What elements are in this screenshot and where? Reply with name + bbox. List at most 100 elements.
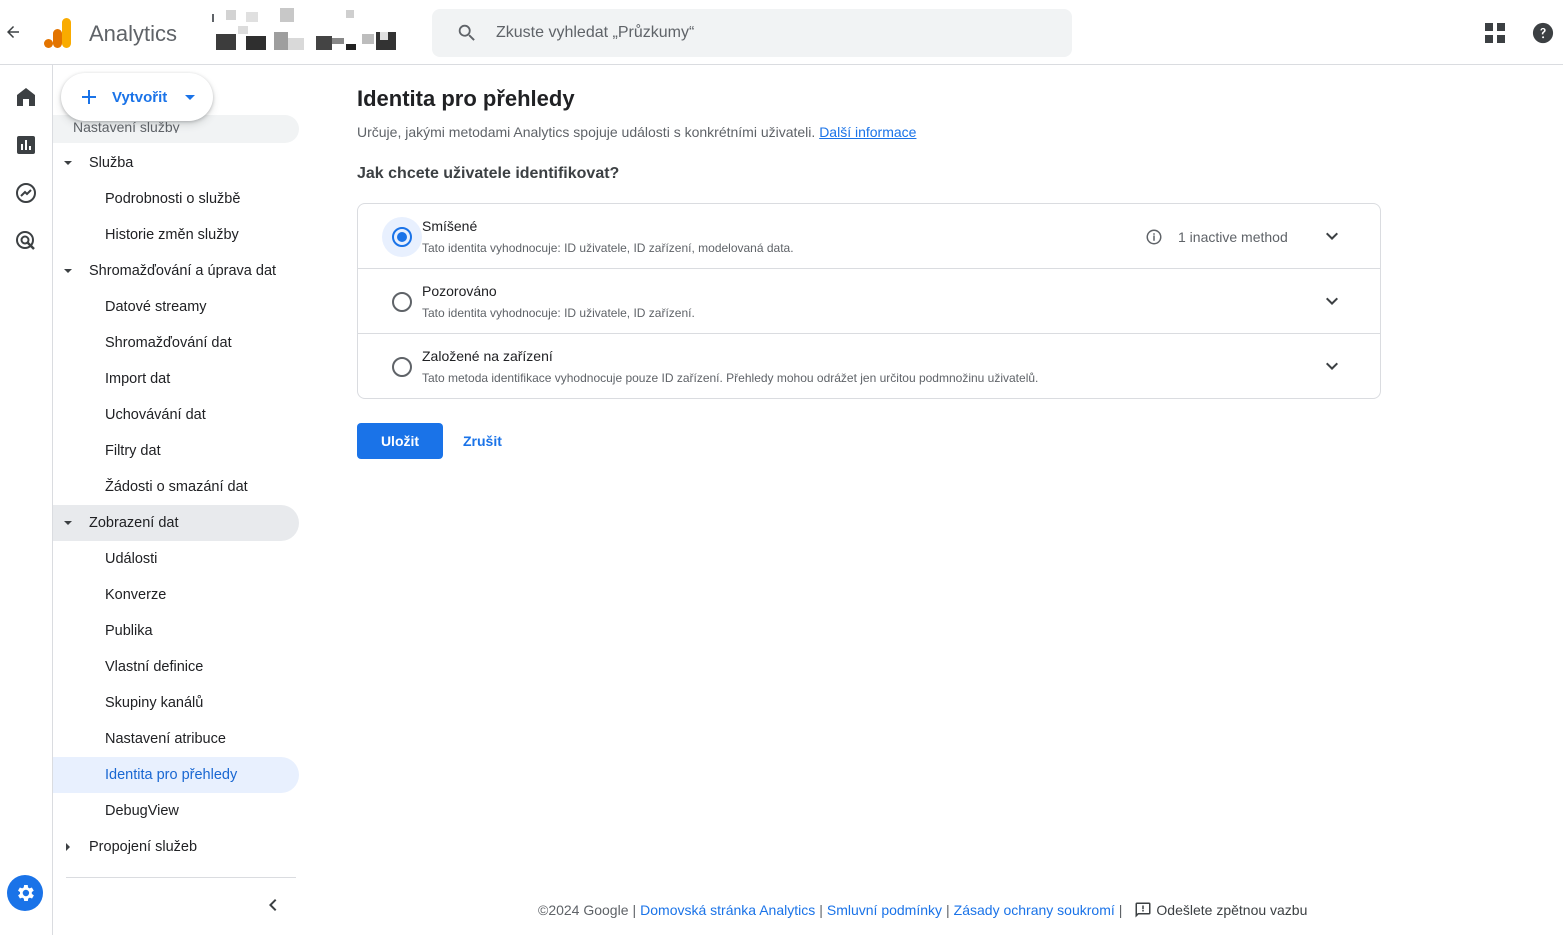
identity-option-blended[interactable]: Smíšené Tato identita vyhodnocuje: ID už… xyxy=(358,204,1380,269)
radio-device-based[interactable] xyxy=(382,347,422,387)
sidebar-item-label: Nastavení atribuce xyxy=(105,731,226,747)
admin-settings-button[interactable] xyxy=(7,875,43,911)
sidebar-item-label: Zobrazení dat xyxy=(89,515,179,531)
search-icon xyxy=(458,24,475,41)
page-description: Určuje, jakými metodami Analytics spojuj… xyxy=(357,124,916,140)
option-description: Tato identita vyhodnocuje: ID uživatele,… xyxy=(422,241,794,255)
sidebar-item-label: Konverze xyxy=(105,587,167,603)
option-description: Tato metoda identifikace vyhodnocuje pou… xyxy=(422,371,1039,385)
page-title: Identita pro přehledy xyxy=(357,86,575,111)
sidebar-item-label: Publika xyxy=(105,623,153,639)
expand-chevron-down-icon[interactable] xyxy=(1320,289,1344,313)
sidebar-item-label: Vlastní definice xyxy=(105,659,204,675)
sidebar-item-attribution-settings[interactable]: Nastavení atribuce xyxy=(53,721,299,757)
footer-separator: | xyxy=(946,902,950,918)
sidebar-item-reporting-identity[interactable]: Identita pro přehledy xyxy=(53,757,299,793)
page-description-text: Určuje, jakými metodami Analytics spojuj… xyxy=(357,124,816,140)
sidebar-item-property-details[interactable]: Podrobnosti o službě xyxy=(53,181,299,217)
sidebar-item-data-streams[interactable]: Datové streamy xyxy=(53,289,299,325)
footer-link-analytics-home[interactable]: Domovská stránka Analytics xyxy=(640,902,815,918)
sidebar-item-label: Propojení služeb xyxy=(89,839,198,855)
sidebar-item-property-settings[interactable]: Nastavení služby xyxy=(73,119,273,133)
home-icon[interactable] xyxy=(14,85,38,109)
footer-separator: | xyxy=(1118,902,1123,918)
sidebar-item-label: Skupiny kanálů xyxy=(105,695,204,711)
expand-chevron-down-icon[interactable] xyxy=(1320,224,1344,248)
footer-separator: | xyxy=(819,902,823,918)
learn-more-link[interactable]: Další informace xyxy=(819,124,916,140)
caret-down-icon xyxy=(64,521,72,525)
option-description: Tato identita vyhodnocuje: ID uživatele,… xyxy=(422,306,695,320)
identity-option-observed[interactable]: Pozorováno Tato identita vyhodnocuje: ID… xyxy=(358,269,1380,334)
sidebar-item-label: Historie změn služby xyxy=(105,227,239,243)
explore-icon[interactable] xyxy=(14,181,38,205)
footer-link-privacy[interactable]: Zásady ochrany soukromí xyxy=(954,902,1115,918)
identity-options-list: Smíšené Tato identita vyhodnocuje: ID už… xyxy=(357,203,1381,399)
apps-grid-icon[interactable] xyxy=(1484,22,1506,44)
option-title: Pozorováno xyxy=(422,283,497,299)
footer: ©2024 Google | Domovská stránka Analytic… xyxy=(538,901,1307,919)
inactive-method-status: 1 inactive method xyxy=(1178,229,1288,245)
advertising-icon[interactable] xyxy=(14,229,38,253)
feedback-icon[interactable] xyxy=(1134,901,1152,919)
caret-down-icon xyxy=(64,161,72,165)
radio-unchecked-icon xyxy=(392,292,412,312)
sidebar-group-product-links[interactable]: Propojení služeb xyxy=(53,829,299,865)
sidebar-group-data-display[interactable]: Zobrazení dat xyxy=(53,505,299,541)
sidebar-item-change-history[interactable]: Historie změn služby xyxy=(53,217,299,253)
sidebar-item-data-deletion-requests[interactable]: Žádosti o smazání dat xyxy=(53,469,299,505)
analytics-logo-icon[interactable] xyxy=(44,18,72,48)
gear-icon xyxy=(18,885,34,901)
sidebar-group-property[interactable]: Služba xyxy=(53,145,299,181)
caret-right-icon xyxy=(66,843,70,851)
sidebar-item-label: Služba xyxy=(89,155,134,171)
cancel-button[interactable]: Zrušit xyxy=(453,423,512,459)
help-icon[interactable] xyxy=(1532,22,1554,44)
radio-unchecked-icon xyxy=(392,357,412,377)
identity-question: Jak chcete uživatele identifikovat? xyxy=(357,165,620,182)
radio-checked-icon xyxy=(392,227,412,247)
identity-option-device-based[interactable]: Založené na zařízení Tato metoda identif… xyxy=(358,334,1380,398)
sidebar-item-label: Shromažďování a úprava dat xyxy=(89,263,277,279)
sidebar-item-data-collection[interactable]: Shromažďování dat xyxy=(53,325,299,361)
search-bar[interactable] xyxy=(432,9,1072,57)
back-arrow-icon[interactable] xyxy=(2,20,24,44)
sidebar-divider xyxy=(66,877,296,878)
sidebar-item-channel-groups[interactable]: Skupiny kanálů xyxy=(53,685,299,721)
footer-link-terms[interactable]: Smluvní podmínky xyxy=(827,902,942,918)
sidebar-item-label: Identita pro přehledy xyxy=(105,767,238,783)
radio-observed[interactable] xyxy=(382,282,422,322)
admin-sidebar: Nastavení služby Služba Podrobnosti o sl… xyxy=(53,115,313,935)
sidebar-item-label: Události xyxy=(105,551,158,567)
sidebar-item-label: Žádosti o smazání dat xyxy=(105,479,248,495)
footer-copyright: ©2024 Google xyxy=(538,902,629,918)
sidebar-group-data-collection[interactable]: Shromažďování a úprava dat xyxy=(53,253,299,289)
sidebar-item-label: DebugView xyxy=(105,803,179,819)
feedback-link[interactable]: Odešlete zpětnou vazbu xyxy=(1156,902,1307,918)
sidebar-item-label: Datové streamy xyxy=(105,299,207,315)
collapse-sidebar-chevron-left-icon[interactable] xyxy=(261,893,285,917)
left-navigation-rail xyxy=(0,65,53,935)
sidebar-item-debugview[interactable]: DebugView xyxy=(53,793,299,829)
radio-blended[interactable] xyxy=(382,217,422,257)
sidebar-item-label: Import dat xyxy=(105,371,171,387)
caret-down-icon xyxy=(185,95,195,100)
account-selector[interactable] xyxy=(212,8,402,54)
sidebar-item-conversions[interactable]: Konverze xyxy=(53,577,299,613)
sidebar-item-custom-definitions[interactable]: Vlastní definice xyxy=(53,649,299,685)
app-name: Analytics xyxy=(89,21,178,46)
reports-icon[interactable] xyxy=(14,133,38,157)
sidebar-item-events[interactable]: Události xyxy=(53,541,299,577)
sidebar-item-data-filters[interactable]: Filtry dat xyxy=(53,433,299,469)
save-button[interactable]: Uložit xyxy=(357,423,443,459)
create-button[interactable]: Vytvořit xyxy=(61,73,213,121)
create-button-label: Vytvořit xyxy=(112,89,168,106)
info-icon[interactable] xyxy=(1145,228,1163,246)
caret-down-icon xyxy=(64,269,72,273)
sidebar-item-audiences[interactable]: Publika xyxy=(53,613,299,649)
sidebar-item-data-retention[interactable]: Uchovávání dat xyxy=(53,397,299,433)
option-title: Smíšené xyxy=(422,218,478,234)
search-input[interactable] xyxy=(496,9,1056,57)
expand-chevron-down-icon[interactable] xyxy=(1320,354,1344,378)
sidebar-item-data-import[interactable]: Import dat xyxy=(53,361,299,397)
